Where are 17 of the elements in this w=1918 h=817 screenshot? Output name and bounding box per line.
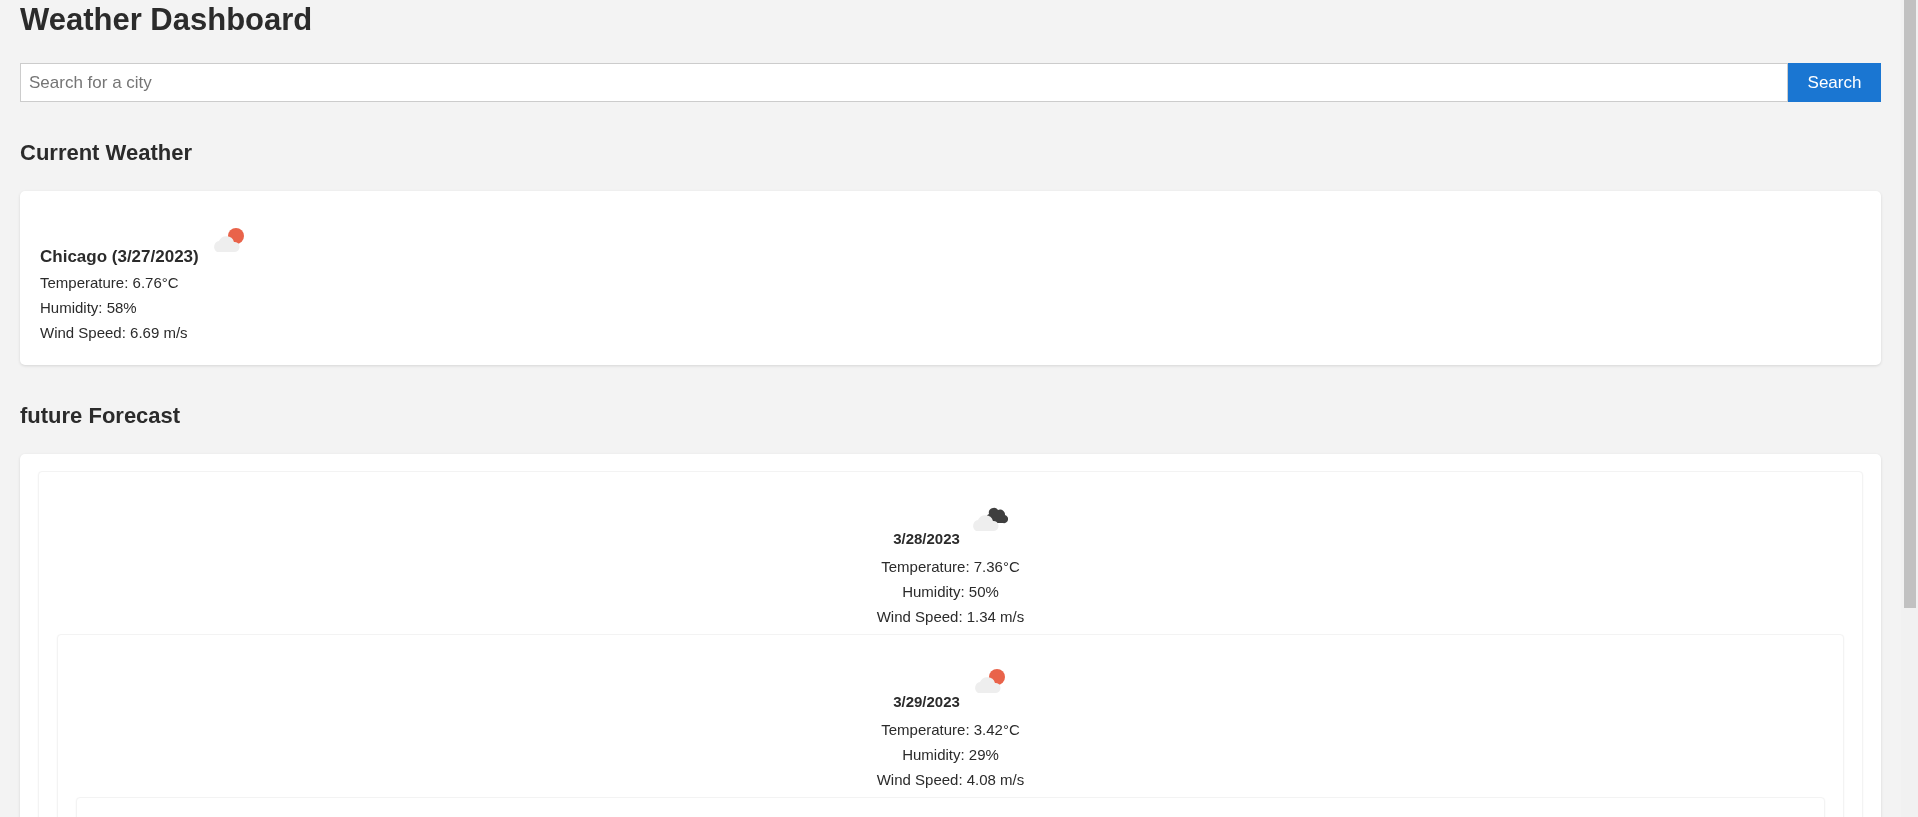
weather-detail: Temperature: 6.76°C — [40, 273, 179, 293]
weather-detail: Humidity: 58% — [40, 298, 137, 318]
search-button[interactable]: Search — [1788, 63, 1881, 102]
forecast-detail: Humidity: 50% — [902, 582, 999, 602]
search-field[interactable]: Search for a city — [20, 63, 1788, 102]
forecast-date: 3/29/2023 — [893, 692, 960, 712]
forecast-date: 3/28/2023 — [893, 529, 960, 549]
section-heading: Current Weather — [20, 139, 192, 167]
forecast-detail: Temperature: 3.42°C — [881, 720, 1020, 740]
city-date: Chicago (3/27/2023) — [40, 246, 199, 268]
section-heading: future Forecast — [20, 402, 181, 430]
forecast-detail: Wind Speed: 1.34 m/s — [876, 607, 1025, 627]
weather-detail: Wind Speed: 6.69 m/s — [40, 323, 188, 343]
forecast-detail: Wind Speed: 4.08 m/s — [876, 770, 1025, 790]
page-title: Weather Dashboard — [20, 1, 313, 39]
forecast-detail: Humidity: 29% — [902, 745, 999, 765]
forecast-detail: Temperature: 7.36°C — [881, 557, 1020, 577]
